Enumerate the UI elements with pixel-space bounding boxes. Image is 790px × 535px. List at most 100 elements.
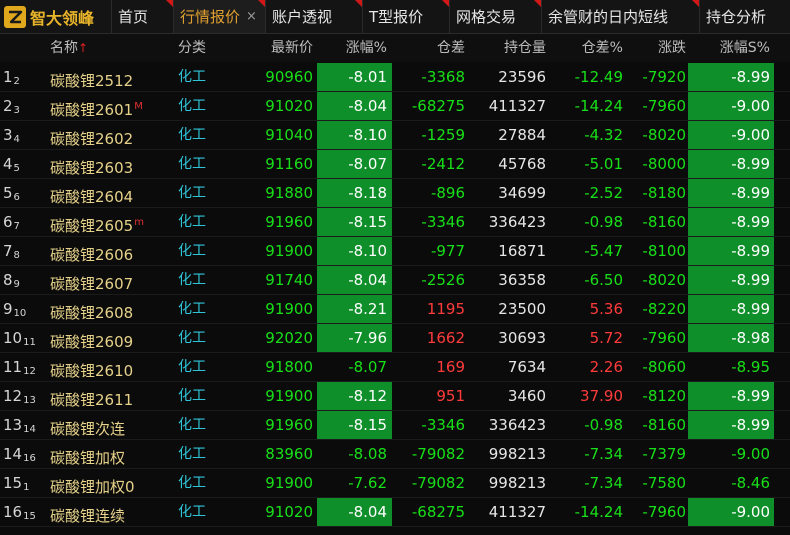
contract-name-text: 碳酸锂2512 [50,72,134,90]
open-interest: 7634 [507,358,546,376]
tab-label: 账户透视 [272,8,333,26]
contract-name[interactable]: 碳酸锂加权0 [50,469,175,498]
latest-price: 91960 [265,416,313,434]
table-row[interactable]: 34 碳酸锂2602 化工 91040 -8.10 -1259 27884 -4.32 -802… [0,121,790,150]
row-subindex: 5 [13,163,20,174]
latest-price: 91960 [265,213,313,231]
contract-name[interactable]: 碳酸锂2603 [50,150,175,179]
price-change: -7379 [642,445,686,463]
price-change: -8220 [642,300,686,318]
table-row[interactable]: 1416 碳酸锂加权 化工 83960 -8.08 -79082 998213 -7.34 -7… [0,440,790,469]
col-change-pct-header[interactable]: 涨幅% [317,34,392,62]
open-interest: 16871 [498,242,546,260]
col-name-header[interactable]: 名称↑ [50,34,170,62]
row-subindex: 10 [13,308,27,319]
tab-grid-trading[interactable]: 网格交易 [449,0,541,33]
row-subindex: 12 [23,366,36,377]
col-oi-diff-pct-header[interactable]: 仓差% [548,34,623,62]
change-s-pct: -9.00 [688,92,774,121]
table-row[interactable]: 23 碳酸锂2601M 化工 91020 -8.04 -68275 411327 -14.24… [0,92,790,121]
table-row[interactable]: 89 碳酸锂2607 化工 91740 -8.04 -2526 36358 -6.50 -802… [0,266,790,295]
contract-name[interactable]: 碳酸锂2512 [50,63,175,92]
change-s-pct: -9.00 [731,445,770,463]
contract-name-text: 碳酸锂2605 [50,217,134,235]
table-row[interactable]: 1112 碳酸锂2610 化工 91800 -8.07 169 7634 2.26 -8060-… [0,353,790,382]
row-number: 15 [3,474,23,492]
table-row[interactable]: 151 碳酸锂加权0 化工 91900 -7.62 -79082 998213 -7.34 -7… [0,469,790,498]
contract-name[interactable]: 碳酸锂连续 [50,498,175,527]
row-number: 2 [3,97,13,115]
contract-name[interactable]: 碳酸锂2608 [50,295,175,324]
contract-name-text: 碳酸锂连续 [50,507,126,525]
latest-price: 91900 [265,474,313,492]
contract-name[interactable]: 碳酸锂2606 [50,237,175,266]
category: 化工 [178,475,206,491]
col-oi-diff-header[interactable]: 仓差 [393,34,465,62]
close-icon[interactable]: × [246,9,257,24]
tab-marker-icon [534,0,541,7]
category: 化工 [178,301,206,317]
table-row[interactable]: 45 碳酸锂2603 化工 91160 -8.07 -2412 45768 -5.01 -800… [0,150,790,179]
row-index: 1314 [3,411,47,440]
change-s-pct: -8.99 [688,179,774,208]
oi-diff: -977 [430,242,465,260]
logo-icon [4,5,26,28]
category: 化工 [178,272,206,288]
contract-name-text: 碳酸锂2602 [50,130,134,148]
tab-home[interactable]: 首页 [111,0,173,33]
price-change: -7960 [642,97,686,115]
table-row[interactable]: 910 碳酸锂2608 化工 91900 -8.21 1195 23500 5.36 -8220… [0,295,790,324]
col-change-s-pct-header[interactable]: 涨幅S% [688,34,774,62]
latest-price: 92020 [265,329,313,347]
contract-name[interactable]: 碳酸锂2604 [50,179,175,208]
tab-quotes[interactable]: 行情报价 × [173,0,265,33]
contract-name[interactable]: 碳酸锂加权 [50,440,175,469]
contract-name[interactable]: 碳酸锂2601M [50,92,175,121]
table-row[interactable]: 1011 碳酸锂2609 化工 92020 -7.96 1662 30693 5.72 -796… [0,324,790,353]
top-tab-bar: 智大领峰 首页 行情报价 × 账户透视 T型报价 网格交易 余管财的日内短线 持… [0,0,790,34]
tab-t-quote[interactable]: T型报价 [362,0,449,33]
change-pct: -8.07 [317,150,392,179]
contract-name-text: 碳酸锂2604 [50,188,134,206]
tab-position-analysis[interactable]: 持仓分析 [699,0,790,33]
contract-name[interactable]: 碳酸锂2605m [50,208,175,237]
col-latest-header[interactable]: 最新价 [240,34,313,62]
oi-diff-pct: -7.34 [584,474,623,492]
oi-diff-pct: -4.32 [584,126,623,144]
contract-name[interactable]: 碳酸锂2602 [50,121,175,150]
latest-price: 90960 [265,68,313,86]
tab-account[interactable]: 账户透视 [265,0,362,33]
contract-name[interactable]: 碳酸锂2607 [50,266,175,295]
table-row[interactable]: 1314 碳酸锂次连 化工 91960 -8.15 -3346 336423 -0.98 -81… [0,411,790,440]
tab-marker-icon [258,0,265,7]
col-category-header[interactable]: 分类 [178,34,238,62]
contract-name[interactable]: 碳酸锂2610 [50,353,175,382]
row-subindex: 14 [23,424,36,435]
change-pct: -7.62 [348,474,387,492]
row-index: 910 [3,295,47,324]
price-change: -8160 [642,213,686,231]
oi-diff: -79082 [411,474,465,492]
table-row[interactable]: 12 碳酸锂2512 化工 90960 -8.01 -3368 23596 -12.49 -79… [0,63,790,92]
contract-name[interactable]: 碳酸锂次连 [50,411,175,440]
change-pct: -7.96 [317,324,392,353]
table-row[interactable]: 1615 碳酸锂连续 化工 91020 -8.04 -68275 411327 -14.24-… [0,498,790,527]
table-row[interactable]: 67 碳酸锂2605m 化工 91960 -8.15 -3346 336423 -0.98 -8… [0,208,790,237]
row-number: 14 [3,445,23,463]
col-open-interest-header[interactable]: 持仓量 [470,34,546,62]
tab-intraday[interactable]: 余管财的日内短线 [541,0,699,33]
row-subindex: 1 [23,482,30,493]
contract-name[interactable]: 碳酸锂2611 [50,382,175,411]
col-change-header[interactable]: 涨跌 [624,34,686,62]
oi-diff-pct: -14.24 [574,97,623,115]
open-interest: 336423 [488,416,546,434]
table-row[interactable]: 78 碳酸锂2606 化工 91900 -8.10 -977 16871 -5.47 -8100… [0,237,790,266]
contract-mark: M [134,101,143,112]
contract-name[interactable]: 碳酸锂2609 [50,324,175,353]
change-s-pct: -8.46 [731,474,770,492]
table-row[interactable]: 1213 碳酸锂2611 化工 91900 -8.12 951 3460 37.90 -8120… [0,382,790,411]
oi-diff-pct: -12.49 [574,68,623,86]
table-row[interactable]: 56 碳酸锂2604 化工 91880 -8.18 -896 34699 -2.52 -8180… [0,179,790,208]
app-logo[interactable]: 智大领峰 [0,0,111,33]
row-subindex: 13 [23,395,36,406]
